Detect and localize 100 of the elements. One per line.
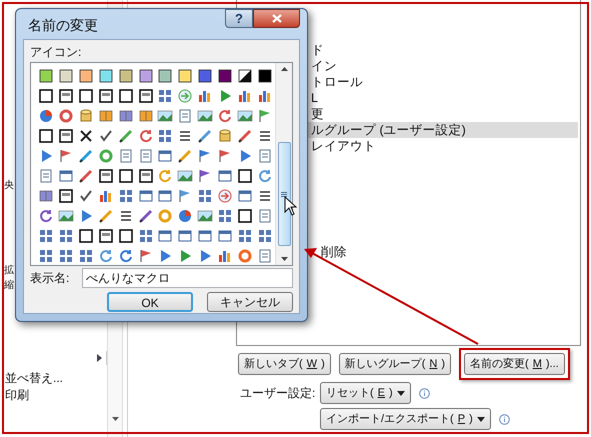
frame-icon[interactable] [78, 228, 94, 244]
frame-icon[interactable] [58, 128, 74, 144]
refresh-icon[interactable] [138, 128, 154, 144]
color-swatch-icon[interactable] [98, 68, 114, 84]
landscape-icon[interactable] [157, 108, 174, 124]
pie-chart-icon[interactable] [177, 208, 194, 224]
window-icon[interactable] [237, 188, 254, 204]
help-button[interactable]: ? [225, 9, 253, 28]
grid-icon[interactable] [58, 248, 74, 264]
frame-icon[interactable] [38, 128, 54, 144]
frame-icon[interactable] [118, 88, 134, 104]
color-swatch-icon[interactable] [138, 68, 154, 84]
grid-icon[interactable] [217, 208, 234, 224]
frame-icon[interactable] [138, 168, 154, 184]
rename-button[interactable]: 名前の変更( M )... [464, 353, 565, 375]
grid-icon[interactable] [197, 188, 214, 204]
scroll-thumb[interactable] [278, 142, 290, 246]
info-icon[interactable] [418, 388, 430, 398]
import-export-button[interactable]: インポート/エクスポート( P ) [320, 408, 491, 430]
window-icon[interactable] [217, 168, 234, 184]
grid-icon[interactable] [237, 228, 254, 244]
scroll-up-icon[interactable] [280, 67, 288, 71]
frame-icon[interactable] [38, 88, 54, 104]
ring-icon[interactable] [237, 248, 254, 264]
window-icon[interactable] [157, 148, 174, 164]
pencil-icon[interactable] [98, 208, 114, 224]
refresh-icon[interactable] [217, 108, 234, 124]
window-icon[interactable] [197, 228, 214, 244]
frame-icon[interactable] [98, 228, 114, 244]
frame-icon[interactable] [118, 228, 134, 244]
book-icon[interactable] [138, 108, 154, 124]
frame-icon[interactable] [138, 88, 154, 104]
frame-icon[interactable] [237, 208, 254, 224]
pie-chart-icon[interactable] [38, 108, 54, 124]
reset-button[interactable]: リセット( E ) [320, 382, 411, 404]
grid-icon[interactable] [78, 248, 94, 264]
book-icon[interactable] [38, 188, 54, 204]
grid-icon[interactable] [257, 228, 274, 244]
frame-icon[interactable] [58, 188, 74, 204]
grid-icon[interactable] [38, 228, 54, 244]
scrollbar[interactable] [275, 63, 292, 265]
cylinder-icon[interactable] [217, 128, 234, 144]
pencil-icon[interactable] [197, 128, 214, 144]
refresh-icon[interactable] [38, 208, 54, 224]
cross-icon[interactable] [78, 128, 94, 144]
frame-icon[interactable] [98, 88, 114, 104]
ok-button[interactable]: OK [107, 292, 193, 312]
landscape-icon[interactable] [58, 208, 74, 224]
frame-icon[interactable] [118, 168, 134, 184]
pencil-icon[interactable] [237, 128, 254, 144]
cylinder-icon[interactable] [78, 108, 94, 124]
window-icon[interactable] [157, 228, 174, 244]
info-icon[interactable] [498, 414, 510, 424]
grid-icon[interactable] [118, 188, 134, 204]
new-group-button[interactable]: 新しいグループ( N ) [338, 353, 452, 375]
document-icon[interactable] [38, 168, 54, 184]
book-icon[interactable] [98, 108, 114, 124]
color-swatch-icon[interactable] [257, 68, 274, 84]
color-swatch-icon[interactable] [157, 68, 174, 84]
check-icon[interactable] [78, 188, 94, 204]
color-swatch-icon[interactable] [38, 68, 54, 84]
window-icon[interactable] [138, 188, 154, 204]
color-swatch-icon[interactable] [78, 68, 94, 84]
pencil-icon[interactable] [177, 148, 194, 164]
document-icon[interactable] [257, 248, 274, 264]
pencil-icon[interactable] [138, 208, 154, 224]
cancel-button[interactable]: キャンセル [207, 292, 293, 312]
frame-icon[interactable] [98, 168, 114, 184]
window-icon[interactable] [58, 168, 74, 184]
color-swatch-icon[interactable] [197, 68, 214, 84]
document-icon[interactable] [118, 148, 134, 164]
frame-icon[interactable] [58, 88, 74, 104]
landscape-icon[interactable] [177, 168, 194, 184]
new-tab-button[interactable]: 新しいタブ( W ) [238, 353, 331, 375]
grid-icon[interactable] [157, 88, 174, 104]
pencil-icon[interactable] [78, 168, 94, 184]
frame-icon[interactable] [78, 88, 94, 104]
color-swatch-icon[interactable] [177, 68, 194, 84]
landscape-icon[interactable] [237, 108, 254, 124]
window-icon[interactable] [157, 188, 174, 204]
scroll-down-icon[interactable] [280, 257, 288, 261]
book-icon[interactable] [118, 108, 134, 124]
window-icon[interactable] [217, 228, 234, 244]
window-icon[interactable] [177, 228, 194, 244]
check-icon[interactable] [98, 128, 114, 144]
grid-icon[interactable] [157, 128, 174, 144]
pencil-icon[interactable] [118, 128, 134, 144]
color-swatch-icon[interactable] [118, 68, 134, 84]
color-swatch-icon[interactable] [58, 68, 74, 84]
ring-icon[interactable] [58, 108, 74, 124]
document-icon[interactable] [257, 208, 274, 224]
grid-icon[interactable] [58, 228, 74, 244]
refresh-icon[interactable] [118, 248, 134, 264]
name-field[interactable]: べんりなマクロ [82, 268, 293, 288]
pencil-icon[interactable] [78, 148, 94, 164]
menu-item[interactable]: 印刷 [0, 388, 107, 403]
scroll-down-icon[interactable] [112, 417, 118, 421]
document-icon[interactable] [177, 108, 194, 124]
grid-icon[interactable] [138, 228, 154, 244]
document-icon[interactable] [257, 148, 274, 164]
